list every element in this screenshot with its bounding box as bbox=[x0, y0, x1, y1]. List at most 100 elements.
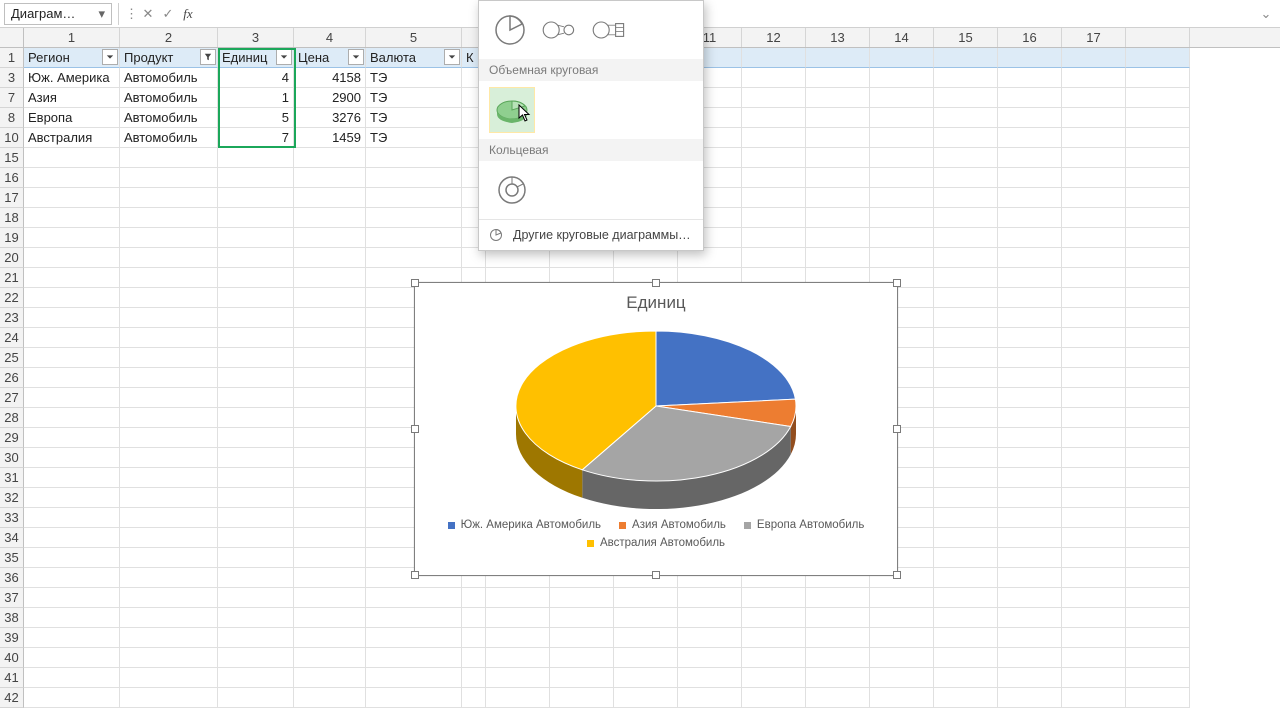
cell[interactable] bbox=[1126, 628, 1190, 648]
cell[interactable] bbox=[870, 68, 934, 88]
cell[interactable] bbox=[614, 648, 678, 668]
cell[interactable] bbox=[998, 228, 1062, 248]
cell[interactable] bbox=[934, 168, 998, 188]
cell[interactable]: 4 bbox=[218, 68, 294, 88]
cell[interactable] bbox=[120, 288, 218, 308]
resize-handle[interactable] bbox=[411, 571, 419, 579]
row-header[interactable]: 40 bbox=[0, 648, 24, 668]
cell[interactable] bbox=[934, 148, 998, 168]
resize-handle[interactable] bbox=[411, 279, 419, 287]
cell[interactable] bbox=[486, 608, 550, 628]
cell[interactable] bbox=[294, 568, 366, 588]
cell[interactable] bbox=[366, 148, 462, 168]
cell[interactable] bbox=[1062, 448, 1126, 468]
cell[interactable] bbox=[294, 408, 366, 428]
cell[interactable] bbox=[998, 468, 1062, 488]
cell[interactable] bbox=[120, 268, 218, 288]
cell[interactable] bbox=[1062, 228, 1126, 248]
cell[interactable] bbox=[218, 508, 294, 528]
cell[interactable] bbox=[1062, 88, 1126, 108]
cell[interactable] bbox=[742, 68, 806, 88]
row-header[interactable]: 23 bbox=[0, 308, 24, 328]
cell[interactable] bbox=[998, 408, 1062, 428]
row-header[interactable]: 42 bbox=[0, 688, 24, 708]
cell[interactable] bbox=[934, 408, 998, 428]
cell[interactable] bbox=[218, 608, 294, 628]
cell[interactable] bbox=[218, 388, 294, 408]
cell[interactable] bbox=[1126, 308, 1190, 328]
cell[interactable] bbox=[550, 608, 614, 628]
cell[interactable] bbox=[870, 688, 934, 708]
cell[interactable] bbox=[24, 148, 120, 168]
cell[interactable] bbox=[742, 648, 806, 668]
cell[interactable] bbox=[24, 608, 120, 628]
cell[interactable] bbox=[1126, 428, 1190, 448]
cell[interactable] bbox=[998, 288, 1062, 308]
cell[interactable] bbox=[742, 228, 806, 248]
cell[interactable] bbox=[24, 348, 120, 368]
cell[interactable] bbox=[998, 648, 1062, 668]
column-header[interactable]: 1 bbox=[24, 28, 120, 47]
cell[interactable] bbox=[1062, 48, 1126, 68]
cell[interactable] bbox=[294, 208, 366, 228]
cell[interactable] bbox=[1062, 528, 1126, 548]
row-header[interactable]: 35 bbox=[0, 548, 24, 568]
cell[interactable] bbox=[742, 208, 806, 228]
row-header[interactable]: 24 bbox=[0, 328, 24, 348]
cell[interactable] bbox=[120, 588, 218, 608]
cell[interactable] bbox=[120, 488, 218, 508]
cell[interactable] bbox=[1062, 388, 1126, 408]
cell[interactable] bbox=[806, 668, 870, 688]
cell[interactable] bbox=[934, 528, 998, 548]
doughnut-option[interactable] bbox=[489, 167, 535, 213]
cell[interactable] bbox=[678, 588, 742, 608]
cell[interactable] bbox=[1126, 108, 1190, 128]
cell[interactable] bbox=[486, 248, 550, 268]
row-header[interactable]: 8 bbox=[0, 108, 24, 128]
cell[interactable]: Европа bbox=[24, 108, 120, 128]
cell[interactable] bbox=[24, 288, 120, 308]
cell[interactable] bbox=[742, 588, 806, 608]
cell[interactable] bbox=[1062, 148, 1126, 168]
cell[interactable] bbox=[120, 188, 218, 208]
cell[interactable] bbox=[550, 248, 614, 268]
cell[interactable] bbox=[24, 488, 120, 508]
cell[interactable] bbox=[1126, 168, 1190, 188]
cell[interactable] bbox=[934, 588, 998, 608]
row-header[interactable]: 19 bbox=[0, 228, 24, 248]
cell[interactable] bbox=[218, 448, 294, 468]
cell[interactable] bbox=[614, 688, 678, 708]
cell[interactable] bbox=[1126, 288, 1190, 308]
cell[interactable] bbox=[1126, 488, 1190, 508]
cell[interactable] bbox=[294, 608, 366, 628]
cell[interactable] bbox=[998, 608, 1062, 628]
cell[interactable] bbox=[24, 268, 120, 288]
cell[interactable] bbox=[998, 428, 1062, 448]
row-header[interactable]: 10 bbox=[0, 128, 24, 148]
cell[interactable] bbox=[934, 248, 998, 268]
cell[interactable] bbox=[742, 88, 806, 108]
cell[interactable] bbox=[1062, 188, 1126, 208]
cell[interactable] bbox=[870, 648, 934, 668]
cell[interactable] bbox=[294, 388, 366, 408]
cell[interactable] bbox=[806, 108, 870, 128]
cell[interactable] bbox=[294, 548, 366, 568]
cell[interactable] bbox=[462, 248, 486, 268]
row-header[interactable]: 30 bbox=[0, 448, 24, 468]
cell[interactable]: 1 bbox=[218, 88, 294, 108]
row-header[interactable]: 37 bbox=[0, 588, 24, 608]
cell[interactable] bbox=[870, 608, 934, 628]
cell[interactable] bbox=[24, 648, 120, 668]
row-header[interactable]: 17 bbox=[0, 188, 24, 208]
cell[interactable]: Автомобиль bbox=[120, 88, 218, 108]
cell[interactable] bbox=[1126, 508, 1190, 528]
cell[interactable] bbox=[462, 628, 486, 648]
row-header[interactable]: 39 bbox=[0, 628, 24, 648]
cell[interactable] bbox=[742, 688, 806, 708]
cell[interactable] bbox=[742, 128, 806, 148]
row-header[interactable]: 27 bbox=[0, 388, 24, 408]
cell[interactable] bbox=[806, 48, 870, 68]
cell[interactable] bbox=[366, 628, 462, 648]
cell[interactable] bbox=[1126, 128, 1190, 148]
cell[interactable] bbox=[870, 148, 934, 168]
